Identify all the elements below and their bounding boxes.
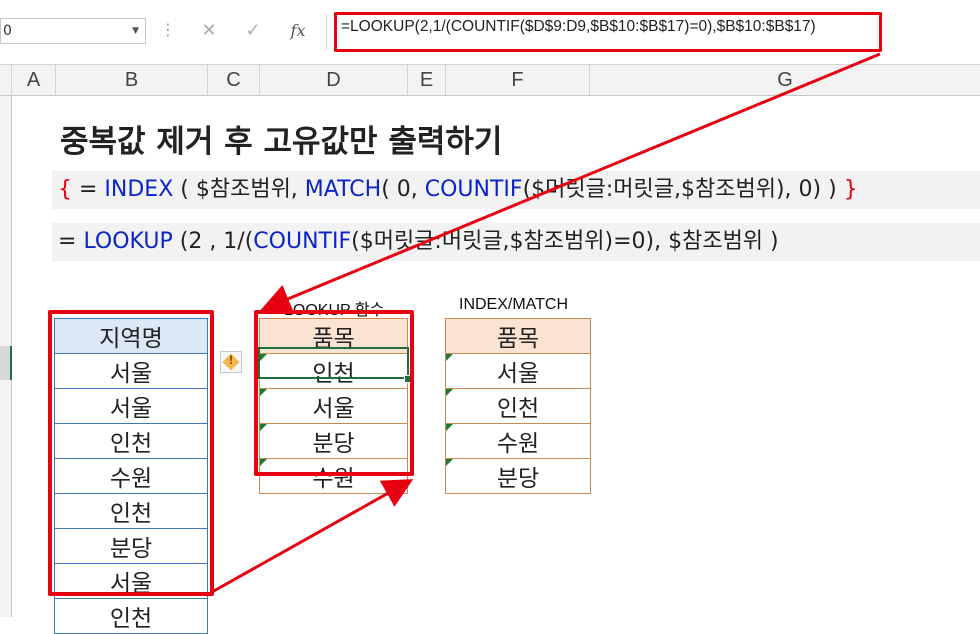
arrow-formula-to-result <box>260 52 881 313</box>
annotation-arrows <box>211 52 881 594</box>
arrow-source-to-result <box>211 479 414 594</box>
